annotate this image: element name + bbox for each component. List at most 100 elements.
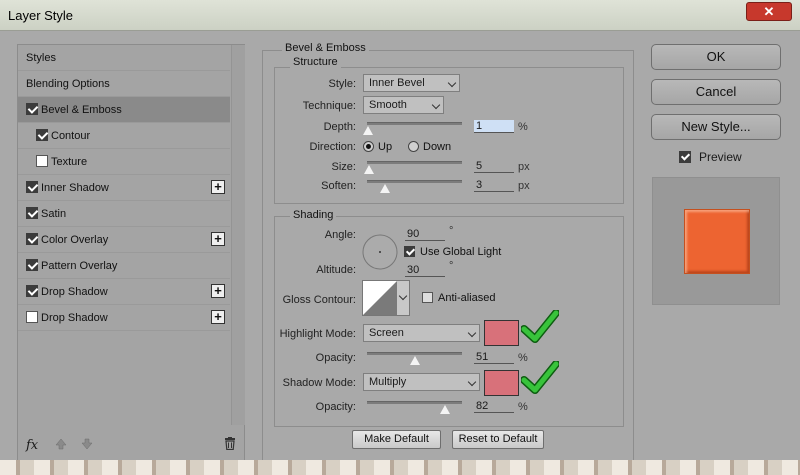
anti-aliased-label[interactable]: Anti-aliased (438, 292, 495, 304)
sidebar-item-label: Drop Shadow (41, 286, 108, 298)
sidebar-item-label: Bevel & Emboss (41, 104, 122, 116)
sidebar-item-label: Inner Shadow (41, 182, 109, 194)
highlight-opacity-slider[interactable] (367, 352, 462, 355)
depth-slider[interactable] (367, 122, 462, 125)
sidebar-checkbox[interactable] (26, 285, 38, 297)
technique-dropdown[interactable]: Smooth (363, 96, 444, 114)
depth-unit: % (518, 121, 528, 133)
style-label: Style: (328, 78, 356, 90)
preview-swatch (684, 209, 750, 274)
angle-unit: ° (449, 225, 454, 237)
size-input[interactable]: 5 (474, 160, 514, 173)
soften-unit: px (518, 180, 530, 192)
soften-slider-thumb[interactable] (380, 184, 391, 193)
fx-button[interactable]: fx (26, 438, 38, 453)
direction-down-radio[interactable] (408, 141, 419, 152)
sidebar-item-label: Styles (26, 52, 56, 64)
direction-label: Direction: (309, 141, 356, 153)
scrollbar[interactable] (231, 45, 245, 425)
sidebar-item-label: Color Overlay (41, 234, 109, 246)
altitude-input[interactable]: 30 (405, 264, 445, 277)
altitude-unit: ° (449, 260, 454, 272)
shadow-mode-dropdown[interactable]: Multiply (363, 373, 480, 391)
sidebar-item-label: Blending Options (26, 78, 110, 90)
anti-aliased-checkbox[interactable] (422, 292, 433, 303)
reset-default-button[interactable]: Reset to Default (452, 430, 544, 449)
highlight-opacity-input[interactable]: 51 (474, 351, 514, 364)
depth-input[interactable]: 1 (474, 120, 514, 133)
highlight-mode-dropdown[interactable]: Screen (363, 324, 480, 342)
size-unit: px (518, 161, 530, 173)
gloss-contour-picker[interactable] (362, 280, 410, 316)
sidebar-item-inner-shadow[interactable]: Inner Shadow + (18, 175, 230, 201)
highlight-color-swatch[interactable] (484, 320, 519, 346)
soften-slider[interactable] (367, 180, 462, 183)
global-light-checkbox[interactable] (404, 246, 415, 257)
sidebar-item-color-overlay[interactable]: Color Overlay + (18, 227, 230, 253)
chevron-down-icon (398, 291, 408, 301)
add-style-icon[interactable]: + (211, 284, 225, 298)
sidebar-item-styles[interactable]: Styles (18, 45, 230, 71)
shadow-opacity-label: Opacity: (315, 401, 356, 413)
sidebar-item-blending-options[interactable]: Blending Options (18, 71, 230, 97)
move-up-icon[interactable] (55, 438, 67, 450)
sidebar-checkbox[interactable] (26, 103, 38, 115)
cancel-button[interactable]: Cancel (651, 79, 781, 105)
angle-dial[interactable] (361, 233, 399, 271)
soften-input[interactable]: 3 (474, 179, 514, 192)
sidebar-item-drop-shadow[interactable]: Drop Shadow + (18, 279, 230, 305)
trash-icon[interactable] (224, 437, 236, 450)
shadow-mode-label: Shadow Mode: (282, 377, 356, 389)
chevron-down-icon (431, 100, 441, 110)
sidebar-item-texture[interactable]: Texture (18, 149, 230, 175)
depth-slider-thumb[interactable] (362, 126, 373, 135)
sidebar-checkbox[interactable] (26, 207, 38, 219)
highlight-opacity-thumb[interactable] (410, 356, 421, 365)
sidebar-checkbox[interactable] (36, 129, 48, 141)
angle-input[interactable]: 90 (405, 228, 445, 241)
bevel-emboss-panel: Bevel & Emboss Structure Style: Inner Be… (262, 42, 634, 462)
gloss-contour-label: Gloss Contour: (282, 294, 356, 306)
sidebar-item-label: Pattern Overlay (41, 260, 118, 272)
shadow-opacity-thumb[interactable] (439, 405, 450, 414)
shadow-color-swatch[interactable] (484, 370, 519, 396)
sidebar-checkbox[interactable] (26, 259, 38, 271)
chevron-down-icon (467, 328, 477, 338)
sidebar-item-contour[interactable]: Contour (18, 123, 230, 149)
technique-label: Technique: (302, 100, 356, 112)
sidebar-checkbox[interactable] (26, 233, 38, 245)
global-light-label[interactable]: Use Global Light (420, 246, 501, 258)
shadow-opacity-input[interactable]: 82 (474, 400, 514, 413)
direction-up-label[interactable]: Up (378, 141, 392, 153)
style-dropdown[interactable]: Inner Bevel (363, 74, 460, 92)
direction-down-label[interactable]: Down (423, 141, 451, 153)
add-style-icon[interactable]: + (211, 310, 225, 324)
preview-label[interactable]: Preview (699, 150, 742, 164)
altitude-label: Altitude: (316, 264, 356, 276)
new-style-button[interactable]: New Style... (651, 114, 781, 140)
shadow-opacity-slider[interactable] (367, 401, 462, 404)
ok-button[interactable]: OK (651, 44, 781, 70)
sidebar-item-bevel-emboss[interactable]: Bevel & Emboss (18, 97, 230, 123)
close-icon[interactable]: ✕ (746, 2, 792, 21)
direction-up-radio[interactable] (363, 141, 374, 152)
add-style-icon[interactable]: + (211, 180, 225, 194)
sidebar-item-satin[interactable]: Satin (18, 201, 230, 227)
sidebar-checkbox[interactable] (26, 311, 38, 323)
sidebar-checkbox[interactable] (26, 181, 38, 193)
depth-label: Depth: (323, 121, 356, 133)
green-checkmark-icon (521, 361, 559, 394)
preview-checkbox[interactable] (679, 151, 691, 163)
add-style-icon[interactable]: + (211, 232, 225, 246)
sidebar-item-pattern-overlay[interactable]: Pattern Overlay (18, 253, 230, 279)
make-default-button[interactable]: Make Default (352, 430, 441, 449)
move-down-icon[interactable] (81, 438, 93, 450)
size-slider[interactable] (367, 161, 462, 164)
sidebar-item-label: Drop Shadow (41, 312, 108, 324)
size-slider-thumb[interactable] (363, 165, 374, 174)
shading-title: Shading (290, 209, 337, 221)
layer-style-dialog: Styles Blending Options Bevel & Emboss Cont… (0, 31, 800, 462)
sidebar-item-label: Satin (41, 208, 67, 220)
sidebar-checkbox[interactable] (36, 155, 48, 167)
sidebar-item-drop-shadow[interactable]: Drop Shadow + (18, 305, 230, 331)
